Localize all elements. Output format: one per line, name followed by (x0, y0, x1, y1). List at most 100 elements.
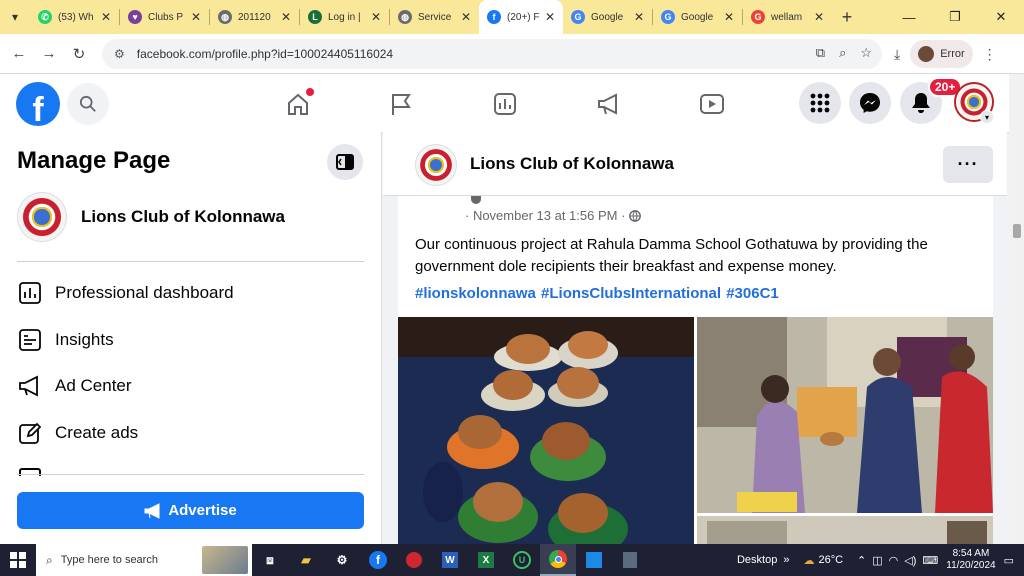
post-photo-buns[interactable] (398, 317, 694, 544)
url-text: facebook.com/profile.php?id=100024405116… (136, 47, 394, 61)
photos-icon[interactable] (576, 544, 612, 576)
reload-button[interactable]: ↻ (64, 45, 94, 63)
tab-search-button[interactable]: ▾ (0, 0, 30, 34)
messenger-icon[interactable] (849, 82, 891, 124)
post-page-name[interactable]: Lions Club of Kolonnawa (470, 154, 674, 174)
menu-grid-icon[interactable] (799, 82, 841, 124)
post-hashtags[interactable]: #lionskolonnawa #LionsClubsInternational… (415, 285, 779, 302)
clock[interactable]: 8:54 AM 11/20/2024 (946, 548, 995, 572)
zoom-icon[interactable]: ⌕ (839, 45, 846, 61)
scrollbar-thumb[interactable] (1013, 224, 1021, 238)
advertise-button[interactable]: Advertise (17, 492, 364, 529)
post-photo-third[interactable] (697, 516, 993, 544)
tab-close-icon[interactable]: ✕ (724, 10, 734, 24)
keyboard-icon[interactable]: ⌨ (922, 554, 938, 567)
browser-tab[interactable]: G Google ✕ (563, 0, 652, 34)
tab-title: wellam (771, 11, 803, 23)
browser-tab[interactable]: ◍ Service ✕ (390, 0, 479, 34)
forward-button[interactable]: → (34, 45, 64, 62)
dashboard-icon (17, 280, 43, 306)
temperature[interactable]: 26°C (818, 554, 843, 566)
dashboard-nav-icon[interactable] (487, 86, 523, 122)
browser-tab[interactable]: ✆ (53) Wh ✕ (30, 0, 119, 34)
word-icon[interactable]: W (432, 544, 468, 576)
tab-close-icon[interactable]: ✕ (634, 10, 644, 24)
browser-tab[interactable]: f (20+) F ✕ (479, 0, 563, 34)
browser-tab[interactable]: Gwellam ✕ (743, 0, 832, 34)
back-button[interactable]: ← (4, 45, 34, 62)
minimize-button[interactable]: — (886, 0, 932, 34)
upwork-icon[interactable]: U (504, 544, 540, 576)
browser-tab[interactable]: ◍ 201120 ✕ (210, 0, 299, 34)
browser-tab[interactable]: L Log in | ✕ (300, 0, 389, 34)
task-view-icon[interactable]: ⧈ (252, 544, 288, 576)
tab-close-icon[interactable]: ✕ (101, 10, 111, 24)
install-app-icon[interactable]: ⧉ (816, 45, 825, 61)
app-icon-red[interactable] (396, 544, 432, 576)
volume-icon[interactable]: ◁) (904, 554, 916, 567)
tab-favicon-icon: G (661, 10, 675, 24)
post-photo-handover[interactable] (697, 317, 993, 513)
browser-menu-icon[interactable]: ⋮ (983, 46, 997, 63)
facebook-app-icon[interactable]: f (360, 544, 396, 576)
video-icon[interactable] (694, 86, 730, 122)
page-switcher[interactable]: Lions Club of Kolonnawa (17, 192, 285, 242)
megaphone-icon (17, 373, 43, 399)
desktop-toolbar-label[interactable]: Desktop (737, 554, 777, 566)
nav-ad-center[interactable]: Ad Center (17, 366, 364, 406)
tab-favicon-icon: f (487, 10, 501, 24)
network-icon[interactable]: ◫ (872, 554, 882, 567)
profile-label: Error (940, 48, 965, 60)
nav-professional-dashboard[interactable]: Professional dashboard (17, 273, 364, 313)
taskbar-search-box[interactable]: ⌕ Type here to search (36, 544, 252, 576)
chrome-icon[interactable] (540, 544, 576, 576)
tab-close-icon[interactable]: ✕ (545, 10, 555, 24)
address-bar[interactable]: ⚙ facebook.com/profile.php?id=1000244051… (102, 39, 882, 69)
chevron-double-icon[interactable]: » (783, 554, 789, 566)
notification-center-icon[interactable]: ▭ (1004, 554, 1014, 567)
browser-tab[interactable]: ♥ Clubs P ✕ (120, 0, 209, 34)
advertise-label: Advertise (168, 502, 237, 519)
weather-icon[interactable]: ☁ (803, 554, 814, 567)
tab-close-icon[interactable]: ✕ (814, 10, 824, 24)
site-info-icon[interactable]: ⚙ (114, 47, 125, 61)
calculator-icon[interactable] (612, 544, 648, 576)
excel-icon[interactable]: X (468, 544, 504, 576)
search-icon[interactable] (67, 83, 109, 125)
browser-tab[interactable]: G Google ✕ (653, 0, 742, 34)
page-logo[interactable] (415, 144, 457, 186)
facebook-header: f 20+ ▾ (0, 74, 1024, 132)
profile-avatar (918, 46, 935, 62)
pages-flag-icon[interactable] (383, 86, 419, 122)
windows-start-icon[interactable] (0, 544, 36, 576)
nav-label: Ad Center (55, 376, 132, 395)
home-icon[interactable] (280, 86, 316, 122)
nav-create-ads[interactable]: Create ads (17, 413, 364, 453)
tab-close-icon[interactable]: ✕ (371, 10, 381, 24)
file-explorer-icon[interactable]: ▰ (288, 544, 324, 576)
tab-close-icon[interactable]: ✕ (191, 10, 201, 24)
page-scrollbar[interactable] (1009, 74, 1024, 544)
more-options-button[interactable]: ··· (943, 146, 993, 183)
ads-megaphone-icon[interactable] (591, 86, 627, 122)
new-tab-button[interactable]: + (832, 7, 862, 28)
post-meta: · November 13 at 1:56 PM · (465, 208, 642, 223)
collapse-panel-icon[interactable] (327, 144, 363, 180)
close-window-button[interactable]: ✕ (978, 0, 1024, 34)
profile-button[interactable]: Error (910, 40, 973, 68)
settings-icon[interactable]: ⚙ (324, 544, 360, 576)
search-highlight-image (202, 546, 248, 574)
page-logo (17, 192, 67, 242)
nav-insights[interactable]: Insights (17, 320, 364, 360)
tab-close-icon[interactable]: ✕ (461, 10, 471, 24)
tab-close-icon[interactable]: ✕ (281, 10, 291, 24)
post-timestamp[interactable]: · November 13 at 1:56 PM · (465, 208, 625, 223)
post-page-header: Lions Club of Kolonnawa ··· (383, 132, 1007, 196)
chevron-down-icon[interactable]: ▾ (980, 110, 994, 124)
download-icon[interactable]: ⤓ (894, 46, 900, 63)
wifi-icon[interactable]: ◠ (889, 554, 899, 567)
tray-overflow-icon[interactable]: ⌃ (857, 554, 866, 567)
bookmark-star-icon[interactable]: ☆ (860, 45, 872, 61)
facebook-logo[interactable]: f (16, 82, 60, 126)
maximize-button[interactable]: ❐ (932, 0, 978, 34)
